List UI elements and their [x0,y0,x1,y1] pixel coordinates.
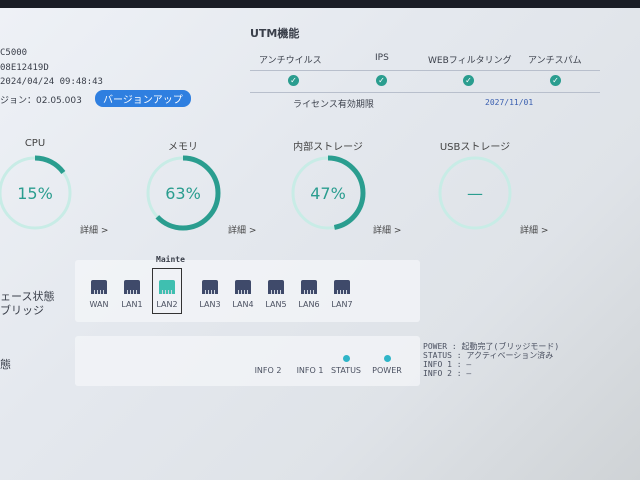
ethernet-port-icon[interactable] [334,280,350,294]
device-serial: 08E12419D [0,63,49,73]
ethernet-port-icon[interactable] [91,280,107,294]
gauge-label: 内部ストレージ [293,142,363,153]
status-line-status: STATUS : アクティベーション済み [423,351,554,360]
divider [250,70,600,71]
license-label: ライセンス有効期限 [293,100,374,110]
led-label: INFO 1 [296,366,324,375]
gauge-value: — [467,184,483,203]
bridge-label: ブリッジ [0,304,44,317]
gauge-label: CPU [24,138,46,149]
status-led [384,355,391,362]
status-line-power: POWER : 起動完了(ブリッジモード) [423,342,560,351]
divider [250,92,600,93]
port-label: LAN2 [156,300,178,309]
ethernet-port-icon[interactable] [301,280,317,294]
status-label: 態 [0,358,11,371]
ethernet-port-icon[interactable] [159,280,175,294]
utm-col-web-filtering: WEBフィルタリング [428,56,512,66]
port-label: LAN4 [232,300,254,309]
gauge-label: USBストレージ [439,142,511,153]
status-panel [75,336,420,386]
check-circle-icon: ✓ [550,75,561,86]
detail-link[interactable]: 詳細 > [228,223,256,236]
check-circle-icon: ✓ [376,75,387,86]
status-line-info2: INFO 2 : — [423,369,472,378]
mainte-label: Mainte [156,255,185,264]
led-label: STATUS [330,366,362,375]
ethernet-port-icon[interactable] [235,280,251,294]
utm-col-antispam: アンチスパム [528,56,582,66]
gauge-value: 15% [17,184,53,203]
check-circle-icon: ✓ [463,75,474,86]
port-label: LAN6 [298,300,320,309]
port-label: LAN5 [265,300,287,309]
gauge-value: 47% [310,184,346,203]
led-label: INFO 2 [254,366,282,375]
check-circle-icon: ✓ [288,75,299,86]
version-up-button[interactable]: バージョンアップ [95,90,191,107]
detail-link[interactable]: 詳細 > [373,223,401,236]
utm-title: UTM機能 [250,27,300,40]
license-date: 2027/11/01 [485,98,534,107]
detail-link[interactable]: 詳細 > [520,223,548,236]
ethernet-port-icon[interactable] [202,280,218,294]
status-led [265,355,272,362]
detail-link[interactable]: 詳細 > [80,223,108,236]
firmware-version: ジョン：02.05.003 [0,96,82,106]
led-label: POWER [372,366,402,375]
port-label: LAN1 [121,300,143,309]
ethernet-port-icon[interactable] [268,280,284,294]
status-led [343,355,350,362]
gauge-label: メモリ [168,142,198,153]
status-line-info1: INFO 1 : — [423,360,472,369]
port-label: WAN [89,300,109,309]
screen: C5000 08E12419D 2024/04/24 09:48:43 ジョン：… [0,8,640,480]
port-label: LAN3 [199,300,221,309]
device-model: C5000 [0,48,28,58]
utm-col-antivirus: アンチウイルス [259,56,322,66]
port-label: LAN7 [331,300,353,309]
device-datetime: 2024/04/24 09:48:43 [0,77,103,87]
gauge-value: 63% [165,184,201,203]
status-led [307,355,314,362]
ethernet-port-icon[interactable] [124,280,140,294]
utm-col-ips: IPS [375,53,389,63]
